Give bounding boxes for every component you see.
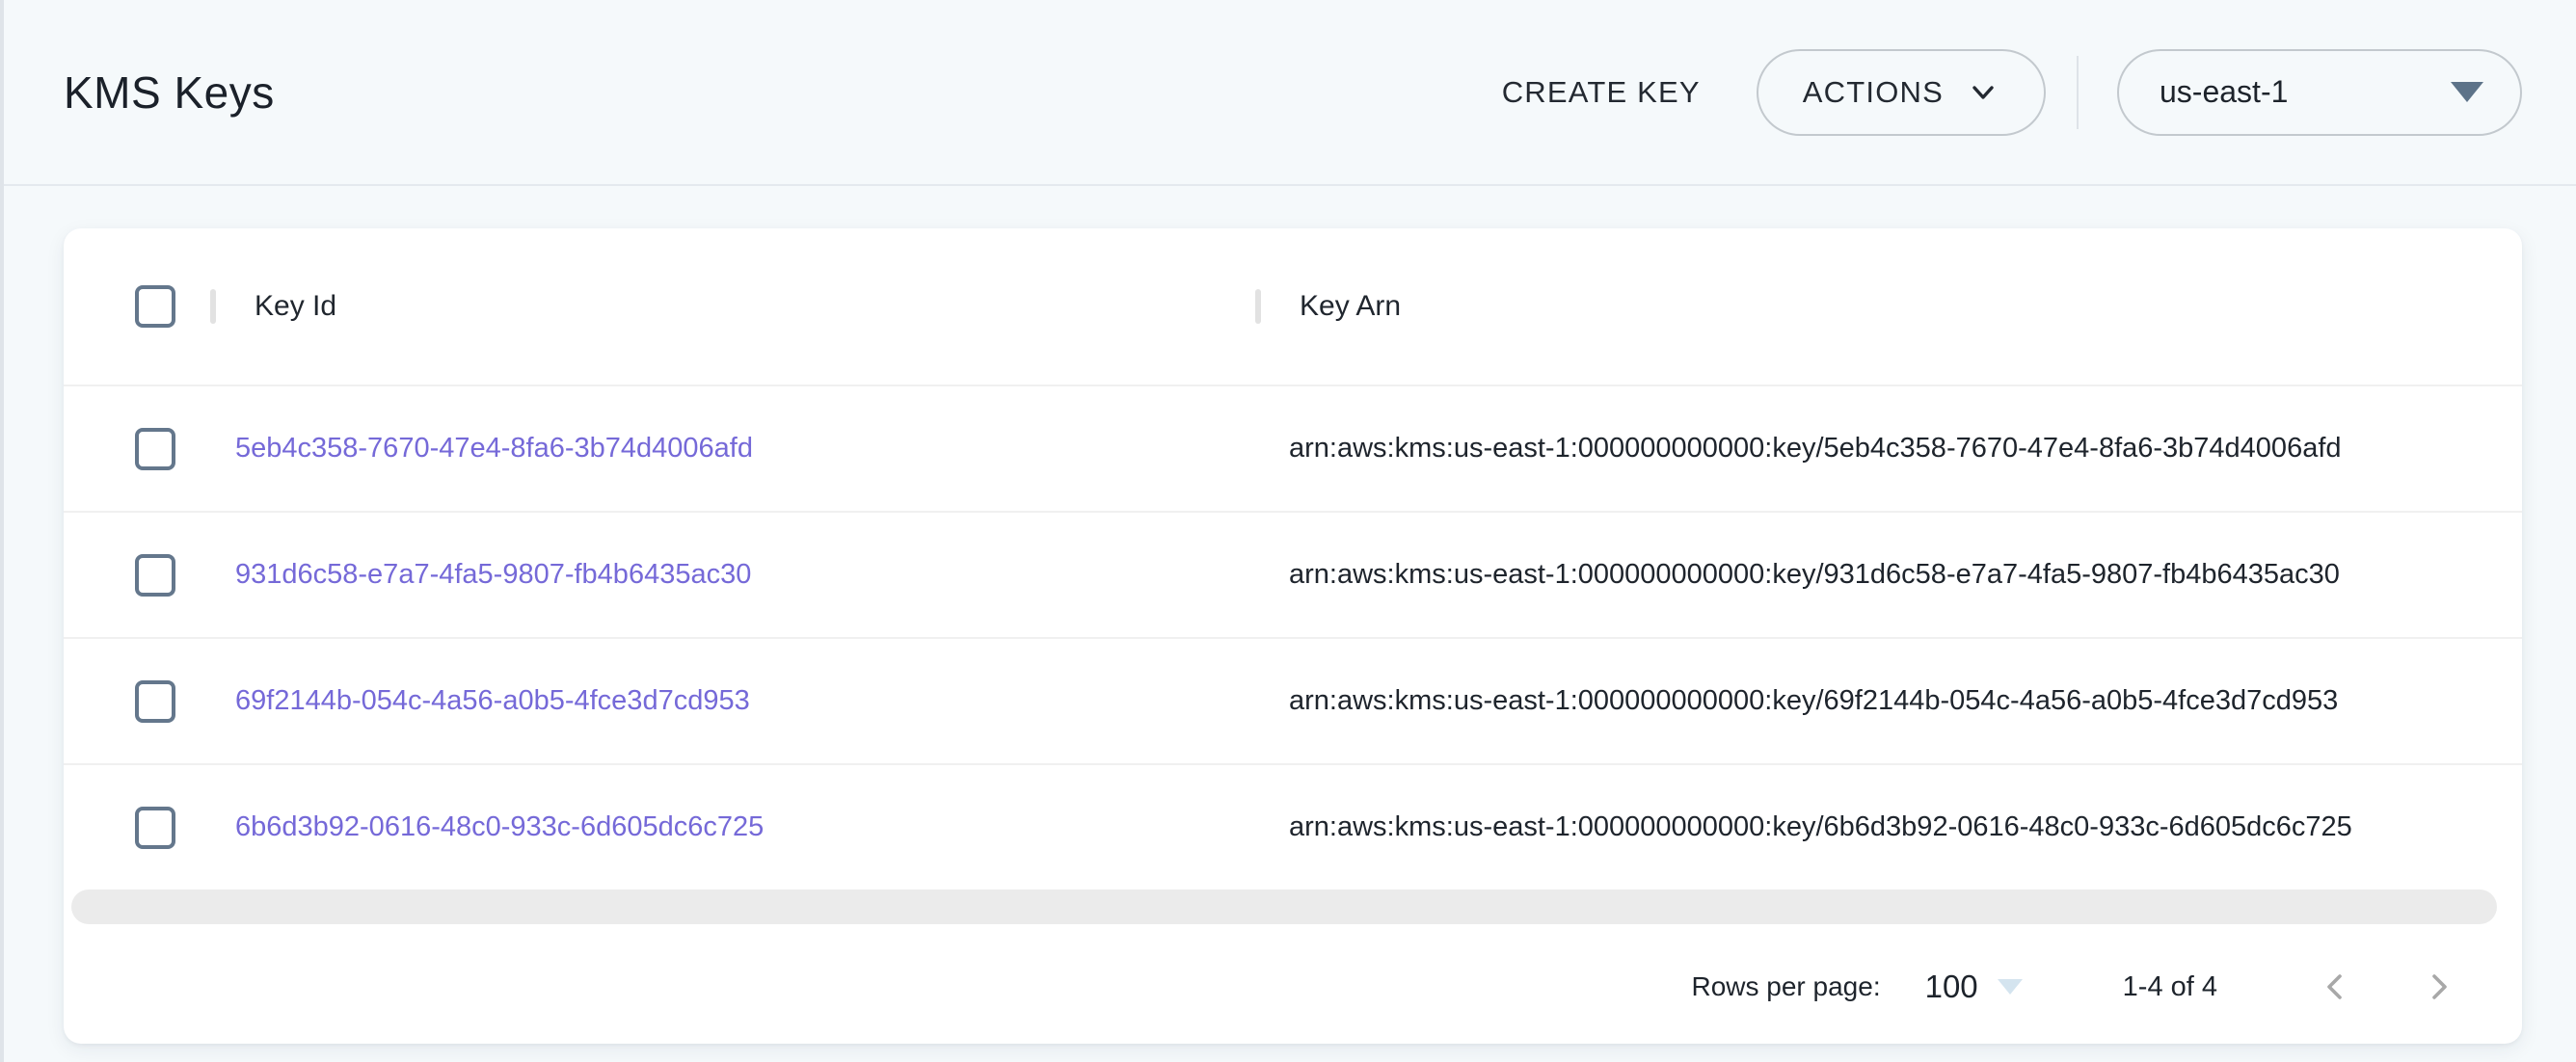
key-id-link[interactable]: 6b6d3b92-0616-48c0-933c-6d605dc6c725: [235, 811, 764, 843]
key-id-link[interactable]: 5eb4c358-7670-47e4-8fa6-3b74d4006afd: [235, 433, 753, 465]
key-id-link[interactable]: 69f2144b-054c-4a56-a0b5-4fce3d7cd953: [235, 685, 750, 717]
toolbar-divider: [2077, 56, 2079, 129]
column-resize-handle[interactable]: [1255, 289, 1261, 324]
keys-table-card: Key Id Key Arn 5eb4c358-7670-47e4-8fa6-3…: [64, 228, 2522, 1044]
table-header-row: Key Id Key Arn: [64, 228, 2522, 385]
row-checkbox[interactable]: [135, 554, 175, 597]
page-left-edge: [0, 0, 4, 1062]
header-cell-key-arn: Key Arn: [1255, 289, 2522, 324]
region-selector-value: us-east-1: [2160, 74, 2288, 110]
region-selector[interactable]: us-east-1: [2117, 49, 2522, 136]
column-header-label: Key Arn: [1300, 290, 1401, 323]
row-checkbox[interactable]: [135, 807, 175, 849]
page-header: KMS Keys CREATE KEY ACTIONS us-east-1: [0, 0, 2576, 186]
actions-button-label: ACTIONS: [1803, 75, 1944, 110]
rows-per-page-label: Rows per page:: [1691, 971, 1880, 1002]
pagination-bar: Rows per page: 100 1-4 of 4: [64, 924, 2522, 1049]
chevron-right-icon: [2420, 968, 2458, 1006]
table-row: 931d6c58-e7a7-4fa5-9807-fb4b6435ac30 arn…: [64, 511, 2522, 637]
key-id-cell: 69f2144b-054c-4a56-a0b5-4fce3d7cd953: [210, 685, 1255, 717]
horizontal-scrollbar[interactable]: [71, 889, 2497, 924]
row-checkbox-cell: [64, 807, 210, 849]
pagination-range-label: 1-4 of 4: [2123, 971, 2217, 1003]
row-checkbox[interactable]: [135, 680, 175, 723]
row-checkbox-cell: [64, 554, 210, 597]
page-title: KMS Keys: [64, 66, 275, 119]
key-arn-value: arn:aws:kms:us-east-1:000000000000:key/6…: [1289, 811, 2352, 843]
chevron-left-icon: [2316, 968, 2354, 1006]
table-row: 5eb4c358-7670-47e4-8fa6-3b74d4006afd arn…: [64, 385, 2522, 511]
key-arn-value: arn:aws:kms:us-east-1:000000000000:key/5…: [1289, 433, 2342, 465]
header-checkbox-cell: [64, 285, 210, 328]
create-key-button[interactable]: CREATE KEY: [1473, 54, 1730, 131]
table-row: 69f2144b-054c-4a56-a0b5-4fce3d7cd953 arn…: [64, 637, 2522, 763]
header-cell-key-id: Key Id: [210, 289, 1255, 324]
rows-per-page-select[interactable]: 100: [1925, 969, 2023, 1005]
key-arn-cell: arn:aws:kms:us-east-1:000000000000:key/6…: [1255, 685, 2522, 717]
key-id-cell: 5eb4c358-7670-47e4-8fa6-3b74d4006afd: [210, 433, 1255, 465]
rows-per-page-value: 100: [1925, 969, 1978, 1005]
previous-page-button[interactable]: [2316, 968, 2354, 1006]
row-checkbox[interactable]: [135, 428, 175, 470]
column-header-label: Key Id: [255, 290, 336, 323]
key-id-link[interactable]: 931d6c58-e7a7-4fa5-9807-fb4b6435ac30: [235, 559, 751, 591]
next-page-button[interactable]: [2420, 968, 2458, 1006]
header-toolbar: CREATE KEY ACTIONS us-east-1: [1473, 49, 2522, 136]
table-row: 6b6d3b92-0616-48c0-933c-6d605dc6c725 arn…: [64, 763, 2522, 889]
chevron-down-icon: [1967, 76, 1999, 109]
row-checkbox-cell: [64, 428, 210, 470]
key-arn-cell: arn:aws:kms:us-east-1:000000000000:key/9…: [1255, 559, 2522, 591]
arrow-drop-down-icon: [1998, 979, 2023, 995]
key-arn-cell: arn:aws:kms:us-east-1:000000000000:key/6…: [1255, 811, 2522, 843]
key-arn-value: arn:aws:kms:us-east-1:000000000000:key/9…: [1289, 559, 2340, 591]
key-id-cell: 931d6c58-e7a7-4fa5-9807-fb4b6435ac30: [210, 559, 1255, 591]
key-id-cell: 6b6d3b92-0616-48c0-933c-6d605dc6c725: [210, 811, 1255, 843]
column-resize-handle[interactable]: [210, 289, 216, 324]
select-all-checkbox[interactable]: [135, 285, 175, 328]
actions-button[interactable]: ACTIONS: [1757, 49, 2046, 136]
row-checkbox-cell: [64, 680, 210, 723]
arrow-drop-down-icon: [2451, 82, 2483, 102]
key-arn-value: arn:aws:kms:us-east-1:000000000000:key/6…: [1289, 685, 2338, 717]
key-arn-cell: arn:aws:kms:us-east-1:000000000000:key/5…: [1255, 433, 2522, 465]
